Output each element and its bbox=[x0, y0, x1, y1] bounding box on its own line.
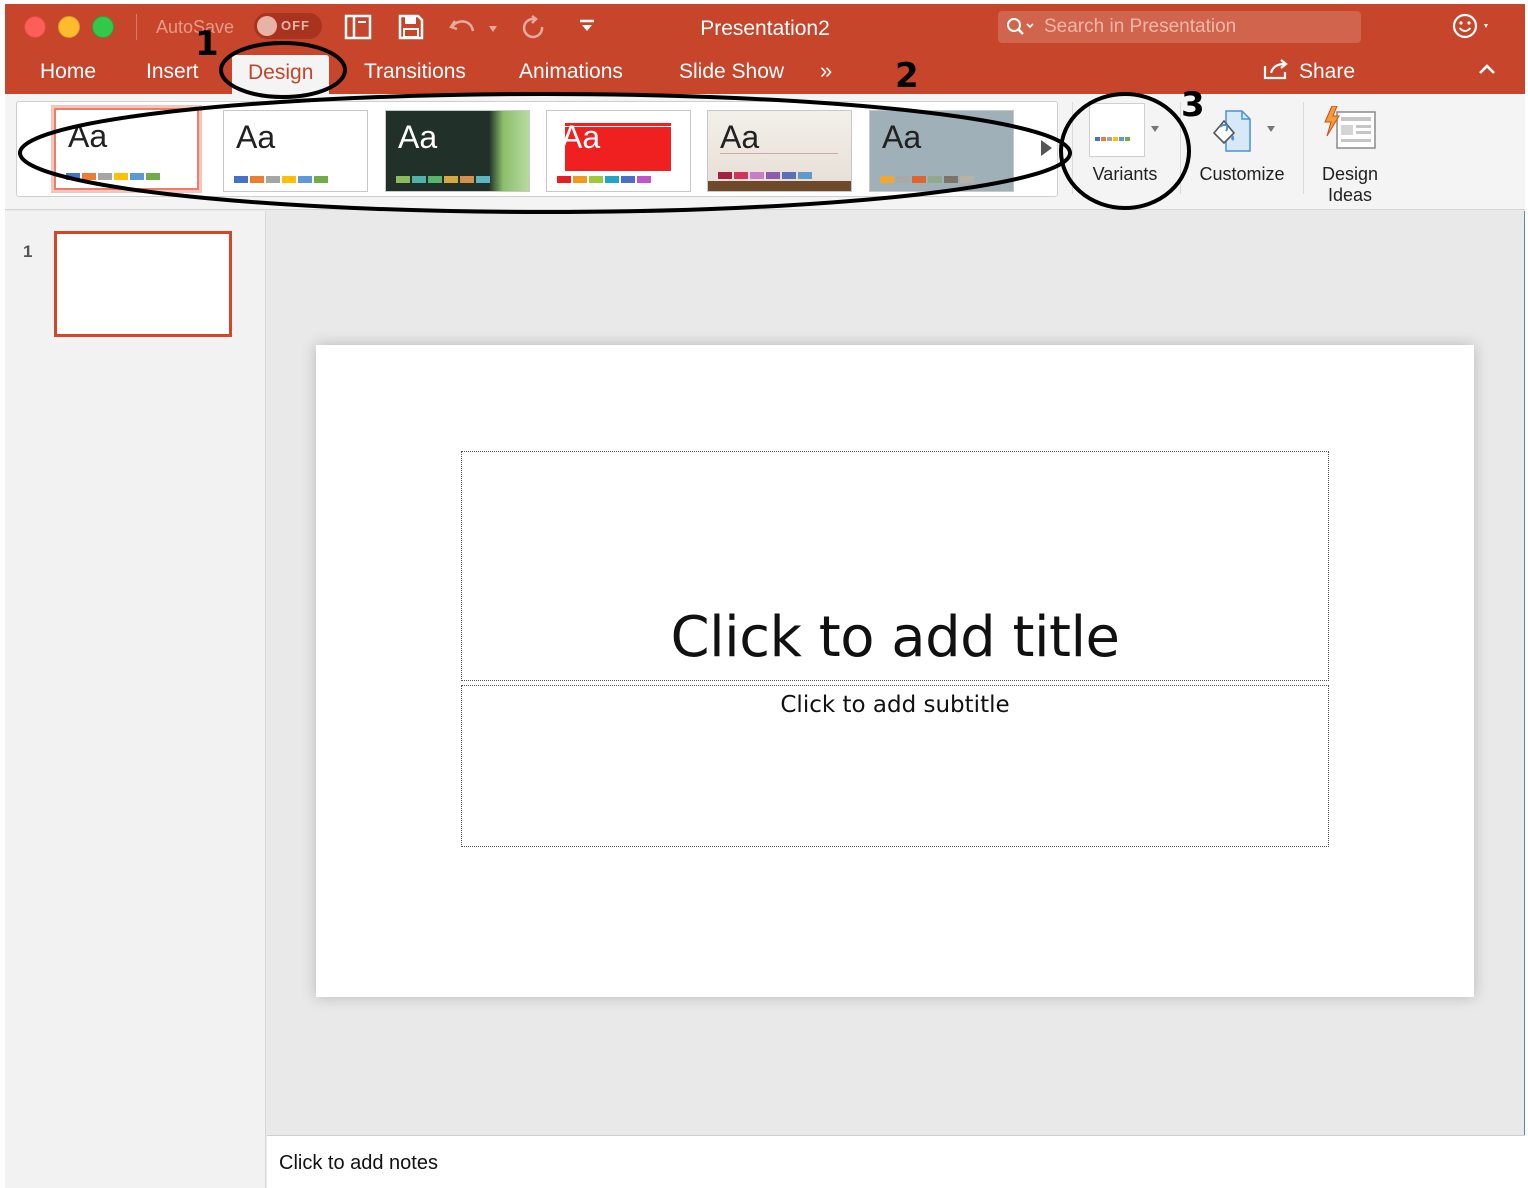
slide-thumbnails-pane: 1 bbox=[5, 211, 266, 1188]
title-placeholder-text: Click to add title bbox=[670, 605, 1120, 670]
undo-dropdown-arrow-icon[interactable] bbox=[489, 26, 497, 32]
search-icon bbox=[1006, 17, 1036, 42]
share-icon bbox=[1263, 58, 1289, 86]
search-input[interactable] bbox=[1044, 14, 1344, 40]
annotation-number-1: 1 bbox=[195, 24, 219, 64]
theme-color-swatches bbox=[234, 176, 328, 183]
ribbon-tabs: Home Insert Design Transitions Animation… bbox=[5, 50, 1525, 94]
variants-dropdown-arrow-icon[interactable] bbox=[1151, 126, 1159, 132]
theme-color-swatches bbox=[66, 173, 160, 180]
gallery-more-arrow-icon[interactable] bbox=[1041, 140, 1052, 156]
theme-preview-text: Aa bbox=[236, 119, 276, 155]
toggle-knob bbox=[257, 16, 277, 36]
slide-thumbnail[interactable] bbox=[54, 231, 232, 337]
powerpoint-window: AutoSave OFF Presentation2 Search in Pre… bbox=[5, 4, 1525, 1188]
slide-number: 1 bbox=[23, 242, 33, 261]
theme-preview-text: Aa bbox=[68, 118, 108, 154]
theme-green-dark[interactable]: Aa bbox=[385, 110, 530, 192]
tab-home[interactable]: Home bbox=[40, 60, 96, 84]
annotation-number-2: 2 bbox=[895, 56, 919, 96]
tab-design[interactable]: Design bbox=[232, 55, 330, 94]
theme-preview-text: Aa bbox=[398, 119, 438, 155]
variants-thumbnail bbox=[1089, 103, 1145, 157]
close-window-button[interactable] bbox=[24, 16, 46, 38]
autosave-toggle[interactable]: OFF bbox=[254, 13, 322, 39]
design-ideas-icon bbox=[1323, 105, 1379, 157]
title-bar-divider bbox=[136, 14, 137, 40]
customize-dropdown-arrow-icon[interactable] bbox=[1267, 126, 1275, 132]
design-ideas-label: Design bbox=[1321, 164, 1379, 184]
theme-wood-strip bbox=[708, 181, 851, 191]
theme-slate[interactable]: Aa bbox=[869, 110, 1014, 192]
minimize-window-button[interactable] bbox=[58, 16, 80, 38]
theme-color-swatches bbox=[718, 172, 812, 179]
title-bar: AutoSave OFF Presentation2 bbox=[5, 4, 1525, 50]
save-icon[interactable] bbox=[398, 14, 424, 40]
theme-wood[interactable]: Aa bbox=[707, 110, 852, 192]
theme-preview-text: Aa bbox=[882, 119, 922, 155]
share-label: Share bbox=[1299, 60, 1356, 83]
redo-icon[interactable] bbox=[522, 15, 546, 41]
tab-animations[interactable]: Animations bbox=[519, 60, 623, 84]
slide-editor: Click to add title Click to add subtitle bbox=[267, 211, 1525, 1136]
tab-transitions[interactable]: Transitions bbox=[364, 60, 466, 84]
title-placeholder[interactable]: Click to add title bbox=[461, 451, 1329, 681]
sidebar-layout-icon[interactable] bbox=[344, 14, 372, 40]
theme-office[interactable]: Aa bbox=[54, 108, 199, 190]
feedback-smiley-icon[interactable] bbox=[1452, 13, 1492, 46]
format-background-icon bbox=[1206, 107, 1256, 160]
customize-toolbar-icon[interactable] bbox=[579, 19, 595, 33]
design-ideas-label-line-2: Ideas bbox=[1327, 185, 1373, 205]
subtitle-placeholder-text: Click to add subtitle bbox=[780, 692, 1010, 718]
theme-preview-text: Aa bbox=[561, 119, 601, 155]
variants-label: Variants bbox=[1092, 164, 1158, 184]
theme-color-swatches bbox=[880, 176, 974, 183]
theme-preview-text: Aa bbox=[720, 119, 760, 155]
tab-insert[interactable]: Insert bbox=[146, 60, 199, 84]
theme-office-2[interactable]: Aa bbox=[223, 110, 368, 192]
subtitle-placeholder[interactable]: Click to add subtitle bbox=[461, 685, 1329, 847]
customize-label: Customize bbox=[1199, 164, 1285, 184]
theme-red-banner[interactable]: Aa bbox=[546, 110, 691, 192]
ribbon-divider bbox=[1303, 102, 1304, 194]
notes-placeholder-text: Click to add notes bbox=[279, 1152, 438, 1174]
document-title-text: Presentation2 bbox=[700, 17, 830, 40]
themes-gallery: Aa Aa Aa Aa Aa Aa bbox=[16, 101, 1058, 197]
theme-color-swatches bbox=[557, 176, 651, 183]
theme-color-swatches bbox=[396, 176, 490, 183]
right-scrollbar[interactable] bbox=[1524, 211, 1525, 1136]
slide-canvas: Click to add title Click to add subtitle bbox=[316, 345, 1474, 997]
more-tabs-chevron-icon[interactable]: » bbox=[820, 58, 832, 84]
notes-pane[interactable]: Click to add notes bbox=[267, 1135, 1525, 1188]
annotation-number-3: 3 bbox=[1181, 85, 1205, 125]
maximize-window-button[interactable] bbox=[92, 16, 114, 38]
collapse-ribbon-chevron-icon[interactable] bbox=[1477, 62, 1497, 81]
undo-icon[interactable] bbox=[449, 17, 477, 37]
search-box[interactable] bbox=[998, 11, 1361, 43]
tab-slide-show[interactable]: Slide Show bbox=[679, 60, 784, 84]
design-ribbon: Aa Aa Aa Aa Aa Aa Variants Customize Des… bbox=[5, 94, 1525, 210]
share-button[interactable]: Share bbox=[1263, 58, 1355, 86]
ribbon-divider bbox=[1072, 102, 1073, 194]
autosave-state: OFF bbox=[281, 18, 310, 33]
